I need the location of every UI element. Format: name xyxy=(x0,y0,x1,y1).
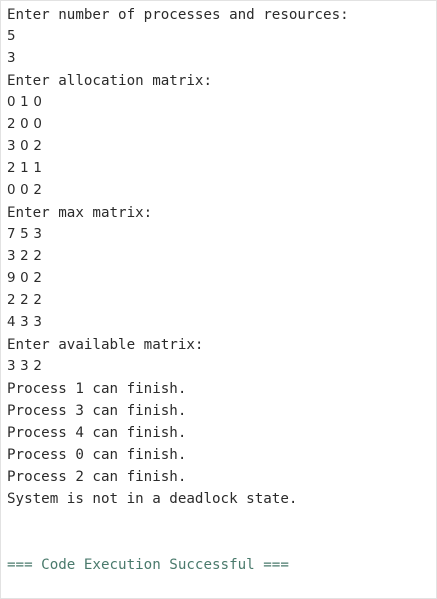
output-line: 7 5 3 xyxy=(7,227,43,242)
output-line: Process 4 can finish. xyxy=(7,425,187,441)
output-line: 3 0 2 xyxy=(7,139,43,154)
output-line: Enter max matrix: xyxy=(7,205,153,221)
output-line: 2 1 1 xyxy=(7,161,43,176)
output-lines: Enter number of processes and resources:… xyxy=(7,4,349,510)
output-line: Enter allocation matrix: xyxy=(7,73,212,89)
output-line: 5 xyxy=(7,29,16,44)
output-line: Process 2 can finish. xyxy=(7,469,187,485)
output-line: 4 3 3 xyxy=(7,315,43,330)
output-line: 0 0 2 xyxy=(7,183,43,198)
output-line: 3 2 2 xyxy=(7,249,43,264)
output-line: 9 0 2 xyxy=(7,271,43,286)
output-line: 3 xyxy=(7,51,16,66)
output-line: System is not in a deadlock state. xyxy=(7,491,298,507)
output-line: Process 1 can finish. xyxy=(7,381,187,397)
output-line: 0 1 0 xyxy=(7,95,43,110)
output-line: Enter available matrix: xyxy=(7,337,204,353)
output-line: Enter number of processes and resources: xyxy=(7,7,349,23)
output-console[interactable]: Enter number of processes and resources:… xyxy=(0,0,437,599)
output-line: 2 0 0 xyxy=(7,117,43,132)
output-line: Process 0 can finish. xyxy=(7,447,187,463)
output-line: 3 3 2 xyxy=(7,359,43,374)
execution-status: === Code Execution Successful === xyxy=(7,557,289,573)
output-line: 2 2 2 xyxy=(7,293,43,308)
output-line: Process 3 can finish. xyxy=(7,403,187,419)
